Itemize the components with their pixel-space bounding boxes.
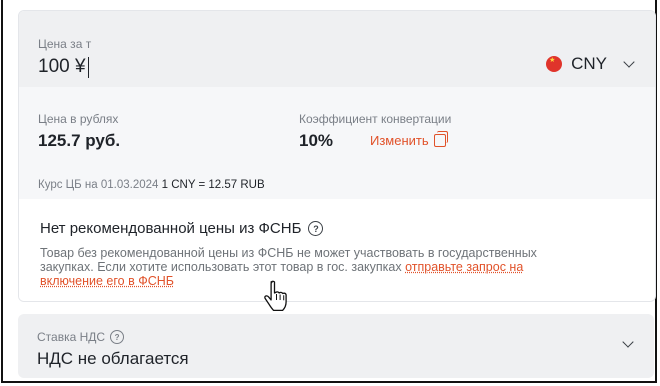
text-caret: [87, 56, 89, 78]
vat-label-text: Ставка НДС: [37, 330, 106, 344]
price-label: Цена за т: [38, 37, 92, 51]
change-coef-label: Изменить: [370, 133, 429, 148]
question-icon[interactable]: ?: [308, 221, 324, 236]
notice-title: Нет рекомендованной цены из ФСНБ ?: [40, 220, 324, 237]
coef-value: 10%: [299, 131, 334, 150]
conversion-section: Цена в рублях 125.7 руб. Коэффициент кон…: [19, 87, 655, 199]
vat-label: Ставка НДС ?: [37, 330, 125, 344]
rub-price-value: 125.7 руб.: [38, 131, 121, 150]
price-text: 100 ¥: [38, 56, 86, 77]
notice-text: Товар без рекомендованной цены из ФСНБ н…: [40, 246, 560, 288]
price-input-field[interactable]: Цена за т 100 ¥ CNY: [19, 11, 655, 87]
vat-value: НДС не облагается: [37, 349, 189, 368]
chevron-down-icon: [623, 56, 635, 68]
hand-pointer-cursor-icon: [264, 280, 287, 312]
question-icon[interactable]: ?: [110, 330, 125, 344]
cb-rate-value: 1 CNY = 12.57 RUB: [161, 179, 265, 191]
change-coef-link[interactable]: Изменить: [370, 131, 448, 148]
coef-label: Коэффициент конвертации: [299, 112, 452, 126]
rub-price-label: Цена в рублях: [38, 112, 119, 126]
fsnb-notice: Нет рекомендованной цены из ФСНБ ? Товар…: [19, 199, 655, 301]
price-value[interactable]: 100 ¥: [38, 56, 89, 78]
price-card: Цена за т 100 ¥ CNY Цена в рублях 125.7 …: [18, 10, 656, 302]
vat-select[interactable]: Ставка НДС ? НДС не облагается: [18, 314, 654, 378]
cb-rate-prefix: Курс ЦБ на 01.03.2024: [38, 179, 159, 191]
chevron-down-icon: [622, 336, 634, 348]
china-flag-icon: [546, 56, 563, 72]
notice-title-text: Нет рекомендованной цены из ФСНБ: [40, 220, 302, 237]
currency-code: CNY: [571, 54, 607, 73]
currency-select[interactable]: CNY: [546, 54, 635, 74]
copy-icon: [433, 131, 448, 147]
cb-rate: Курс ЦБ на 01.03.2024 1 CNY = 12.57 RUB: [38, 179, 265, 191]
